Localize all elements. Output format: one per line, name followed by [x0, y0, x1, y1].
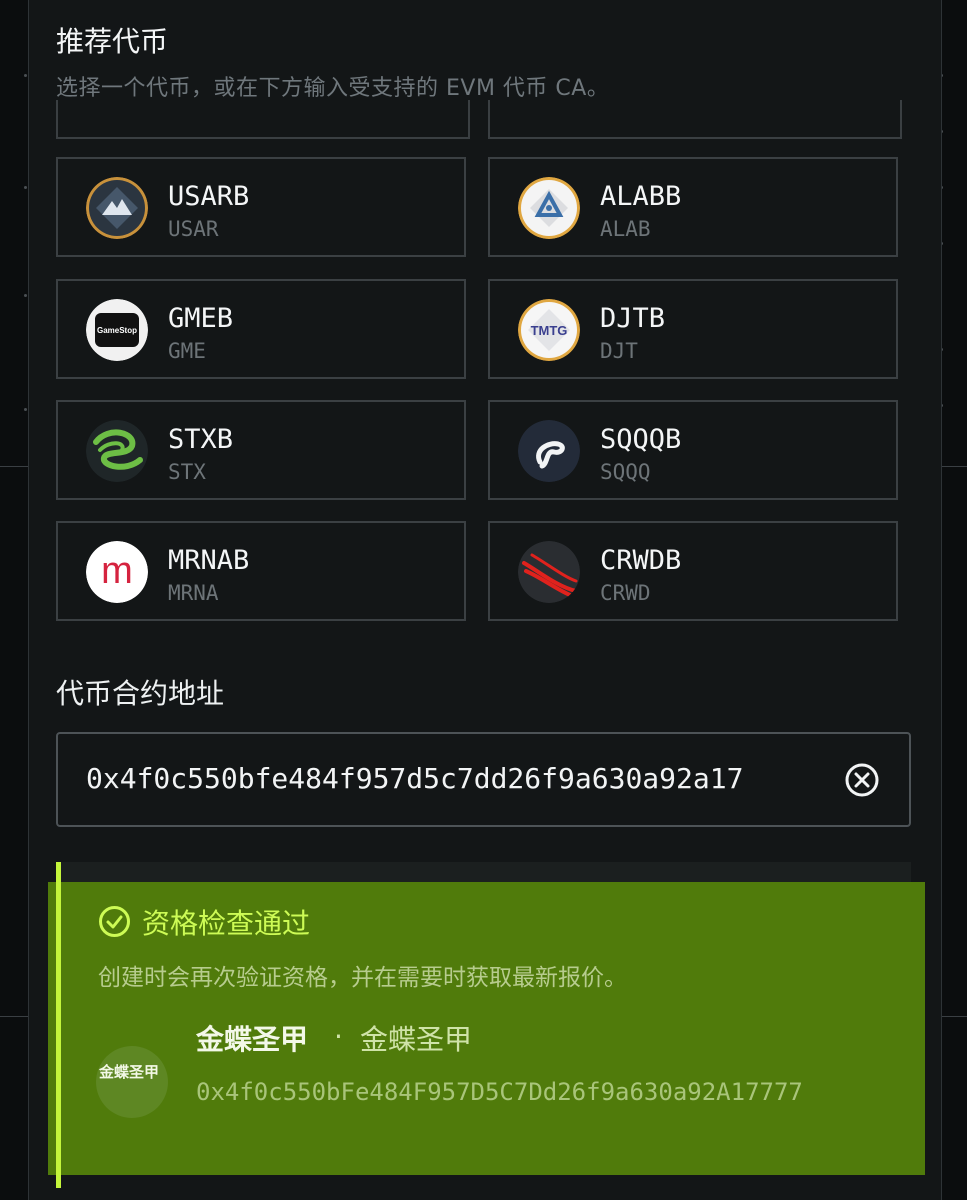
background-dot	[24, 294, 27, 297]
alab-triangle-icon	[518, 177, 580, 239]
eligibility-title: 资格检查通过	[142, 907, 311, 940]
background-gridline	[0, 466, 28, 467]
contract-address-input[interactable]: 0x4f0c550bfe484f957d5c7dd26f9a630a92a17	[56, 732, 911, 827]
result-token-address: 0x4f0c550bFe484F957D5C7Dd26f9a630a92A177…	[196, 1078, 803, 1106]
background-gridline	[0, 1016, 28, 1017]
token-symbol: STX	[168, 460, 206, 484]
gamestop-icon: GameStop	[86, 299, 148, 361]
token-card-mrnab[interactable]: m MRNAB MRNA	[56, 521, 466, 621]
token-symbol: MRNA	[168, 581, 219, 605]
result-separator: ·	[334, 1020, 343, 1053]
contract-address-label: 代币合约地址	[56, 677, 225, 710]
background-gridline	[940, 466, 967, 467]
background-dot	[24, 74, 27, 77]
token-name: USARB	[168, 181, 250, 212]
token-card-djtb[interactable]: TMTG DJTB DJT	[488, 279, 898, 379]
crowdstrike-icon	[518, 541, 580, 603]
avatar-text: 金蝶圣甲	[99, 1063, 160, 1081]
token-name: DJTB	[600, 303, 666, 334]
token-card-stxb[interactable]: STXB STX	[56, 400, 466, 500]
moderna-logo-text: m	[101, 550, 133, 592]
token-card-partial[interactable]	[488, 100, 902, 139]
gamestop-logo-text: GameStop	[97, 326, 137, 335]
seagate-icon	[86, 420, 148, 482]
token-card-gmeb[interactable]: GameStop GMEB GME	[56, 279, 466, 379]
token-symbol: ALAB	[600, 217, 651, 241]
background-gridline	[940, 1016, 967, 1017]
token-name: MRNAB	[168, 545, 250, 576]
token-name: GMEB	[168, 303, 234, 334]
clear-icon[interactable]	[844, 762, 880, 798]
token-symbol: USAR	[168, 217, 219, 241]
token-symbol: SQQQ	[600, 460, 651, 484]
result-token-name: 金蝶圣甲	[196, 1023, 309, 1056]
recommended-tokens-title: 推荐代币	[56, 25, 169, 58]
sqqq-swirl-icon	[518, 420, 580, 482]
token-symbol: CRWD	[600, 581, 651, 605]
background-dot	[24, 408, 27, 411]
token-name: CRWDB	[600, 545, 682, 576]
token-symbol: GME	[168, 339, 206, 363]
moderna-icon: m	[86, 541, 148, 603]
token-symbol: DJT	[600, 339, 638, 363]
token-name: SQQQB	[600, 424, 682, 455]
eligibility-description: 创建时会再次验证资格，并在需要时获取最新报价。	[98, 965, 627, 991]
usar-mountain-icon	[86, 177, 148, 239]
token-card-crwdb[interactable]: CRWDB CRWD	[488, 521, 898, 621]
tmtg-logo-text: TMTG	[531, 323, 568, 338]
token-card-partial[interactable]	[56, 100, 470, 139]
token-card-alabb[interactable]: ALABB ALAB	[488, 157, 898, 257]
contract-address-value[interactable]: 0x4f0c550bfe484f957d5c7dd26f9a630a92a17	[86, 762, 743, 795]
token-name: ALABB	[600, 181, 682, 212]
avatar: 金蝶圣甲	[96, 1046, 168, 1118]
result-token-symbol: 金蝶圣甲	[360, 1023, 473, 1056]
token-card-usarb[interactable]: USARB USAR	[56, 157, 466, 257]
tmtg-icon: TMTG	[518, 299, 580, 361]
check-circle-icon	[98, 905, 131, 938]
token-card-sqqqb[interactable]: SQQQB SQQQ	[488, 400, 898, 500]
background-dot	[24, 186, 27, 189]
result-top-strip	[56, 862, 911, 884]
token-name: STXB	[168, 424, 234, 455]
recommended-tokens-subtitle: 选择一个代币，或在下方输入受支持的 EVM 代币 CA。	[56, 76, 610, 101]
result-accent-bar	[56, 862, 61, 1188]
